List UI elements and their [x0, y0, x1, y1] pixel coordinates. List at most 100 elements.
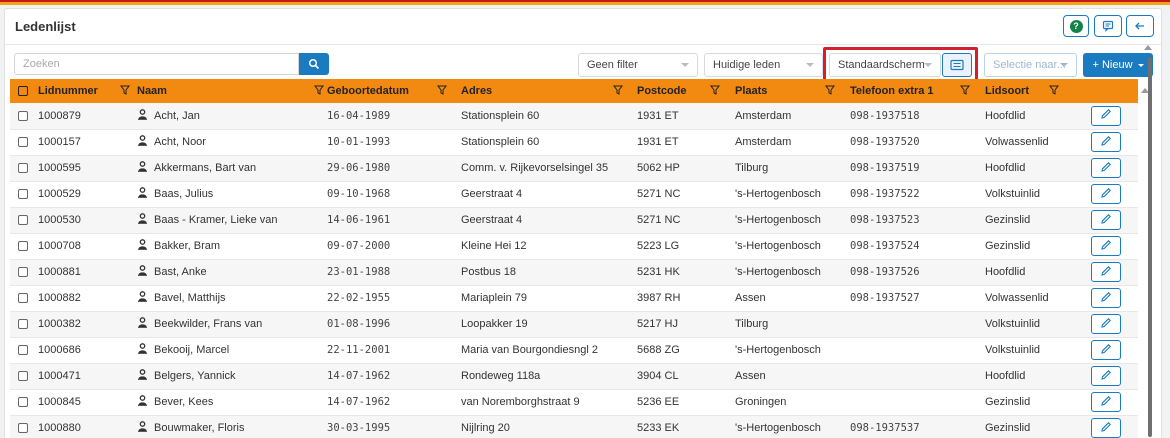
filter-icon[interactable] — [1049, 85, 1059, 98]
edit-button[interactable] — [1091, 105, 1121, 126]
row-checkbox[interactable] — [18, 215, 28, 226]
column-header-naam[interactable]: Naam — [137, 79, 327, 103]
cell-telefoon: 098-1937537 — [850, 422, 920, 434]
vertical-scrollbar[interactable] — [1147, 55, 1153, 438]
cell-actions — [1085, 259, 1138, 285]
table-row[interactable]: 1000471 Belgers, Yannick 14-07-1962 Rondewe… — [10, 363, 1138, 389]
cell-postcode: 5217 HJ — [637, 318, 678, 330]
table-row[interactable]: 1000882 Bavel, Matthijs 22-02-1955 Mariaple… — [10, 285, 1138, 311]
row-checkbox[interactable] — [18, 241, 28, 252]
filter-icon[interactable] — [825, 85, 835, 98]
row-checkbox[interactable] — [18, 163, 28, 174]
edit-button[interactable] — [1091, 288, 1121, 308]
column-header-geboortedatum[interactable]: Geboortedatum — [327, 79, 461, 103]
selection-select-value: Selectie naar... — [993, 59, 1066, 71]
cell-adres: van Noremborghstraat 9 — [461, 396, 580, 408]
cell-actions — [1085, 311, 1138, 337]
filter-icon[interactable] — [960, 85, 970, 98]
column-header-plaats[interactable]: Plaats — [735, 79, 850, 103]
filter-icon[interactable] — [437, 85, 447, 98]
column-header-lidnummer[interactable]: Lidnummer — [38, 79, 137, 103]
cell-lidsoort: Volkstuinlid — [985, 188, 1041, 200]
cell-lidsoort: Volkstuinlid — [985, 318, 1041, 330]
edit-button[interactable] — [1091, 366, 1121, 386]
row-checkbox[interactable] — [18, 371, 28, 382]
row-checkbox[interactable] — [18, 423, 28, 434]
cell-geboortedatum: 29-06-1980 — [327, 162, 391, 174]
row-checkbox[interactable] — [18, 137, 28, 148]
cell-plaats: Tilburg — [735, 318, 769, 330]
table-header-row: Lidnummer Naam Geboortedatum Adres Postc… — [10, 79, 1138, 103]
members-select[interactable]: Huidige leden — [704, 53, 823, 77]
person-icon — [137, 421, 148, 435]
row-checkbox-cell — [10, 103, 38, 129]
member-name: Bekooij, Marcel — [154, 343, 230, 356]
new-button[interactable]: + Nieuw — [1083, 53, 1153, 77]
row-checkbox[interactable] — [18, 319, 28, 330]
edit-button[interactable] — [1091, 236, 1121, 256]
feedback-button[interactable] — [1094, 15, 1122, 37]
table-row[interactable]: 1000880 Bouwmaker, Floris 30-03-1995 Nijlri… — [10, 415, 1138, 438]
chevron-down-icon — [1137, 63, 1144, 67]
column-header-postcode[interactable]: Postcode — [637, 79, 735, 103]
edit-button[interactable] — [1091, 132, 1121, 152]
pencil-icon — [1100, 265, 1112, 280]
selection-select[interactable]: Selectie naar... — [984, 53, 1077, 77]
edit-button[interactable] — [1091, 314, 1121, 334]
edit-button[interactable] — [1091, 158, 1121, 178]
table-row[interactable]: 1000157 Acht, Noor 10-01-1993 Stationsplein… — [10, 129, 1138, 155]
cell-postcode: 5062 HP — [637, 162, 680, 174]
filter-icon[interactable] — [120, 85, 130, 98]
row-checkbox[interactable] — [18, 110, 28, 121]
edit-button[interactable] — [1091, 392, 1121, 412]
cell-telefoon: 098-1937522 — [850, 188, 920, 200]
column-header-adres[interactable]: Adres — [461, 79, 637, 103]
cell-lidsoort: Volwassenlid — [985, 292, 1049, 304]
member-name: Beekwilder, Frans van — [154, 317, 263, 330]
scroll-up-arrow[interactable] — [1144, 45, 1152, 50]
cell-lidnummer: 1000845 — [38, 396, 81, 408]
filter-icon[interactable] — [314, 85, 324, 98]
table-row[interactable]: 1000845 Bever, Kees 14-07-1962 van Norembor… — [10, 389, 1138, 415]
select-all-checkbox[interactable] — [18, 86, 28, 97]
row-checkbox[interactable] — [18, 293, 28, 304]
row-checkbox[interactable] — [18, 397, 28, 408]
row-checkbox[interactable] — [18, 189, 28, 200]
cell-adres: Stationsplein 60 — [461, 136, 540, 148]
table-row[interactable]: 1000881 Bast, Anke 23-01-1988 Postbus 18 523… — [10, 259, 1138, 285]
column-header-lidsoort[interactable]: Lidsoort — [985, 79, 1085, 103]
screen-settings-button[interactable] — [942, 53, 972, 77]
filter-icon[interactable] — [613, 85, 623, 98]
column-header-telefoon[interactable]: Telefoon extra 1 — [850, 79, 985, 103]
edit-button[interactable] — [1091, 418, 1121, 438]
table-row[interactable]: 1000686 Bekooij, Marcel 22-11-2001 Maria va… — [10, 337, 1138, 363]
row-checkbox[interactable] — [18, 345, 28, 356]
table-row[interactable]: 1000595 Akkermans, Bart van 29-06-1980 Comm… — [10, 155, 1138, 181]
table-row[interactable]: 1000382 Beekwilder, Frans van 01-08-1996 Lo… — [10, 311, 1138, 337]
cell-telefoon: 098-1937520 — [850, 136, 920, 148]
cell-postcode: 5223 LG — [637, 240, 680, 252]
member-name: Baas, Julius — [154, 187, 214, 200]
cell-actions — [1085, 155, 1138, 181]
comment-icon — [1102, 20, 1114, 32]
edit-button[interactable] — [1091, 184, 1121, 204]
help-button[interactable]: ? — [1063, 15, 1089, 37]
filter-icon[interactable] — [710, 85, 720, 98]
search-button[interactable] — [299, 53, 329, 75]
screen-select[interactable]: Standaardscherm — [829, 53, 941, 77]
table-row[interactable]: 1000529 Baas, Julius 09-10-1968 Geerstraat … — [10, 181, 1138, 207]
table-row[interactable]: 1000530 Baas - Kramer, Lieke van 14-06-196… — [10, 207, 1138, 233]
cell-postcode: 5271 NC — [637, 214, 681, 226]
cell-adres: Loopakker 19 — [461, 318, 528, 330]
search-input[interactable] — [14, 53, 299, 75]
filter-select[interactable]: Geen filter — [578, 53, 698, 77]
table-row[interactable]: 1000879 Acht, Jan 16-04-1989 Stationsplein … — [10, 103, 1138, 129]
cell-plaats: 's-Hertogenbosch — [735, 266, 821, 278]
edit-button[interactable] — [1091, 340, 1121, 360]
back-button[interactable] — [1126, 15, 1154, 37]
row-checkbox[interactable] — [18, 267, 28, 278]
edit-button[interactable] — [1091, 210, 1121, 230]
table-row[interactable]: 1000708 Bakker, Bram 09-07-2000 Kleine Hei … — [10, 233, 1138, 259]
edit-button[interactable] — [1091, 262, 1121, 282]
scrollbar-thumb[interactable] — [1148, 57, 1152, 437]
